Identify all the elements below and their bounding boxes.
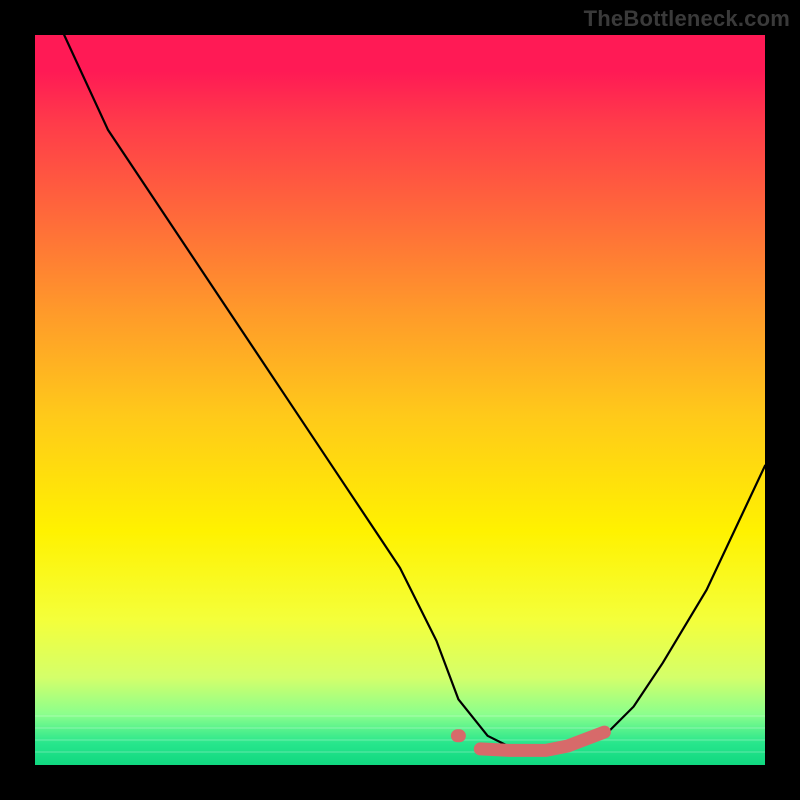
watermark-text: TheBottleneck.com xyxy=(584,6,790,32)
chart-stage: TheBottleneck.com xyxy=(0,0,800,800)
optimal-range-marker xyxy=(457,732,604,750)
bottleneck-curve xyxy=(64,35,765,750)
curve-layer xyxy=(35,35,765,765)
plot-area xyxy=(35,35,765,765)
